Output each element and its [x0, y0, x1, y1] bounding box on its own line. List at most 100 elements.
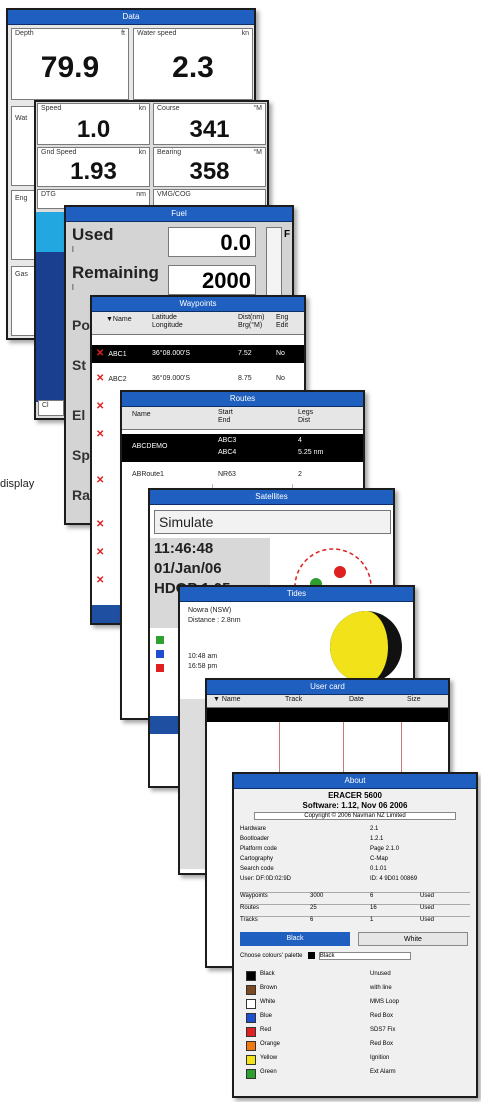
sog-cell: Gnd Speed kn 1.93 — [37, 147, 150, 187]
color-value: Red Box — [370, 1041, 394, 1047]
rt1-start2: ABC4 — [218, 449, 237, 456]
fuel-title: Fuel — [66, 207, 292, 222]
palette-swatch — [308, 952, 316, 959]
data-left-label-2: Eng — [15, 195, 28, 202]
color-row[interactable]: Yellow Ignition — [240, 1052, 470, 1066]
about-count-cell: Waypoints — [240, 893, 268, 899]
color-row[interactable]: Red SDS7 Fix — [240, 1024, 470, 1038]
sat-signal-green — [156, 636, 164, 644]
about-count-cell: Used — [420, 893, 435, 899]
wp1-lat: 36°08.000'S — [152, 350, 191, 357]
about-count-row: Routes 25 16 Used — [240, 904, 470, 916]
color-row[interactable]: Green Ext Alarm — [240, 1066, 470, 1080]
remaining-value-box: 2000 — [168, 265, 256, 295]
rt-col-start: Start End — [218, 409, 233, 424]
nav-bottom-label: Cl — [42, 402, 49, 409]
route-row-2[interactable]: ABRoute1 NR63 2 — [122, 468, 363, 482]
simulate-box: Simulate — [154, 510, 391, 534]
about-count-row: Waypoints 3000 6 Used — [240, 892, 470, 904]
fuel-left-label-5: Ra — [72, 487, 90, 503]
about-counts-list: Waypoints 3000 6 Used Routes 25 16 Used Tracks 6 1… — [240, 892, 470, 928]
waypoint-x-icon: ✕ — [96, 519, 105, 530]
rt2-legs: 2 — [298, 471, 302, 478]
depth-value: 79.9 — [40, 51, 100, 84]
sat-footer — [150, 716, 178, 734]
wp1-dist: 7.52 — [238, 350, 252, 357]
about-software: Software: 1.12, Nov 06 2006 — [302, 801, 408, 810]
speed-cell: Speed kn 1.0 — [37, 103, 150, 145]
wp-col-lat: Latitude Longitude — [152, 314, 183, 329]
depth-label: Depth — [15, 30, 34, 37]
tab-black[interactable]: Black — [240, 932, 350, 946]
color-swatch — [246, 1069, 256, 1079]
used-unit: l — [72, 245, 74, 254]
color-row[interactable]: Black Unused — [240, 968, 470, 982]
about-info-value: C-Map — [370, 856, 389, 862]
fuel-left-label-3: El — [72, 407, 86, 423]
color-swatch — [246, 999, 256, 1009]
nav-bottom-tab[interactable]: Cl — [38, 400, 64, 416]
wp2-e: No — [276, 375, 285, 382]
about-panel: About ERACER 5600 Software: 1.12, Nov 06… — [232, 772, 478, 1098]
bearing-unit: °M — [253, 149, 262, 156]
about-count-cell: Tracks — [240, 917, 258, 923]
color-row[interactable]: White MMS Loop — [240, 996, 470, 1010]
about-info-row: Bootloader 1.2.1 — [240, 836, 470, 846]
about-info-row: Hardware 2.1 — [240, 826, 470, 836]
user-card-selected-row[interactable] — [207, 708, 448, 722]
water-speed-label: Water speed — [137, 30, 177, 37]
waypoint-row-1[interactable]: ✕ ABC1 36°08.000'S 7.52 No — [92, 345, 304, 363]
rt-col-name[interactable]: Name — [132, 411, 151, 418]
rt1-dist: 5.25 nm — [298, 449, 324, 456]
color-row[interactable]: Blue Red Box — [240, 1010, 470, 1024]
bearing-value: 358 — [189, 158, 230, 185]
tab-white[interactable]: White — [358, 932, 468, 946]
about-info-key: Hardware — [240, 826, 267, 832]
dtg-unit: nm — [136, 191, 146, 198]
tides-line-1: Nowra (NSW) — [188, 607, 232, 614]
side-caption: display — [0, 478, 35, 490]
color-row[interactable]: Orange Red Box — [240, 1038, 470, 1052]
bearing-label: Bearing — [157, 149, 182, 156]
nav-dark-band — [36, 252, 66, 402]
about-count-cell: 6 — [310, 917, 314, 923]
color-swatch — [246, 971, 256, 981]
waypoint-row-2[interactable]: ✕ ABC2 36°09.000'S 8.75 No — [92, 371, 304, 387]
about-info-row: User: DF:0D:02:9D ID: 4 9D01 00869 — [240, 876, 470, 886]
color-swatch — [246, 1027, 256, 1037]
route-row-1[interactable]: ABCDEMO ABC3 ABC4 4 5.25 nm — [122, 434, 363, 462]
about-info-value: 0.1.01 — [370, 866, 387, 872]
uc-col-name[interactable]: ▼ Name — [213, 696, 241, 703]
wp-col-edit: Eng Edit — [276, 314, 289, 329]
data-title: Data — [8, 10, 254, 25]
about-info-key: Platform code — [240, 846, 278, 852]
wp-col-name[interactable]: ▼Name — [106, 316, 132, 323]
speed-label: Speed — [41, 105, 62, 112]
wp1-e: No — [276, 350, 285, 357]
waypoints-title: Waypoints — [92, 297, 304, 312]
wp-col-dist: Dist(nm) Brg(°M) — [238, 314, 265, 329]
course-cell: Course °M 341 — [153, 103, 266, 145]
fuel-left-label-4: Sp — [72, 447, 90, 463]
waypoints-footer — [92, 605, 122, 623]
waypoint-x-icon: ✕ — [96, 575, 105, 586]
color-row[interactable]: Brown with line — [240, 982, 470, 996]
rt-col-legs: Legs Dist — [298, 409, 314, 424]
about-count-cell: 25 — [310, 905, 317, 911]
color-value: with line — [370, 985, 392, 991]
palette-selected[interactable]: Black — [318, 952, 411, 961]
sat-signal-red — [156, 664, 164, 672]
fuel-gauge-letter: F — [284, 229, 291, 240]
rt2-start: NR63 — [218, 471, 236, 478]
routes-header: Name Start End Legs Dist — [122, 407, 363, 430]
data-left-label-3: Gas — [15, 271, 28, 278]
palette-prompt: Choose colours' palette — [240, 953, 303, 960]
about-info-key: Bootloader — [240, 836, 270, 842]
tides-title: Tides — [180, 587, 413, 602]
color-name: White — [260, 999, 276, 1005]
waypoint-x-icon: ✕ — [96, 373, 105, 384]
color-value: Red Box — [370, 1013, 394, 1019]
data-left-label-1: Wat — [15, 115, 28, 122]
about-title: About — [234, 774, 476, 789]
color-name: Yellow — [260, 1055, 278, 1061]
